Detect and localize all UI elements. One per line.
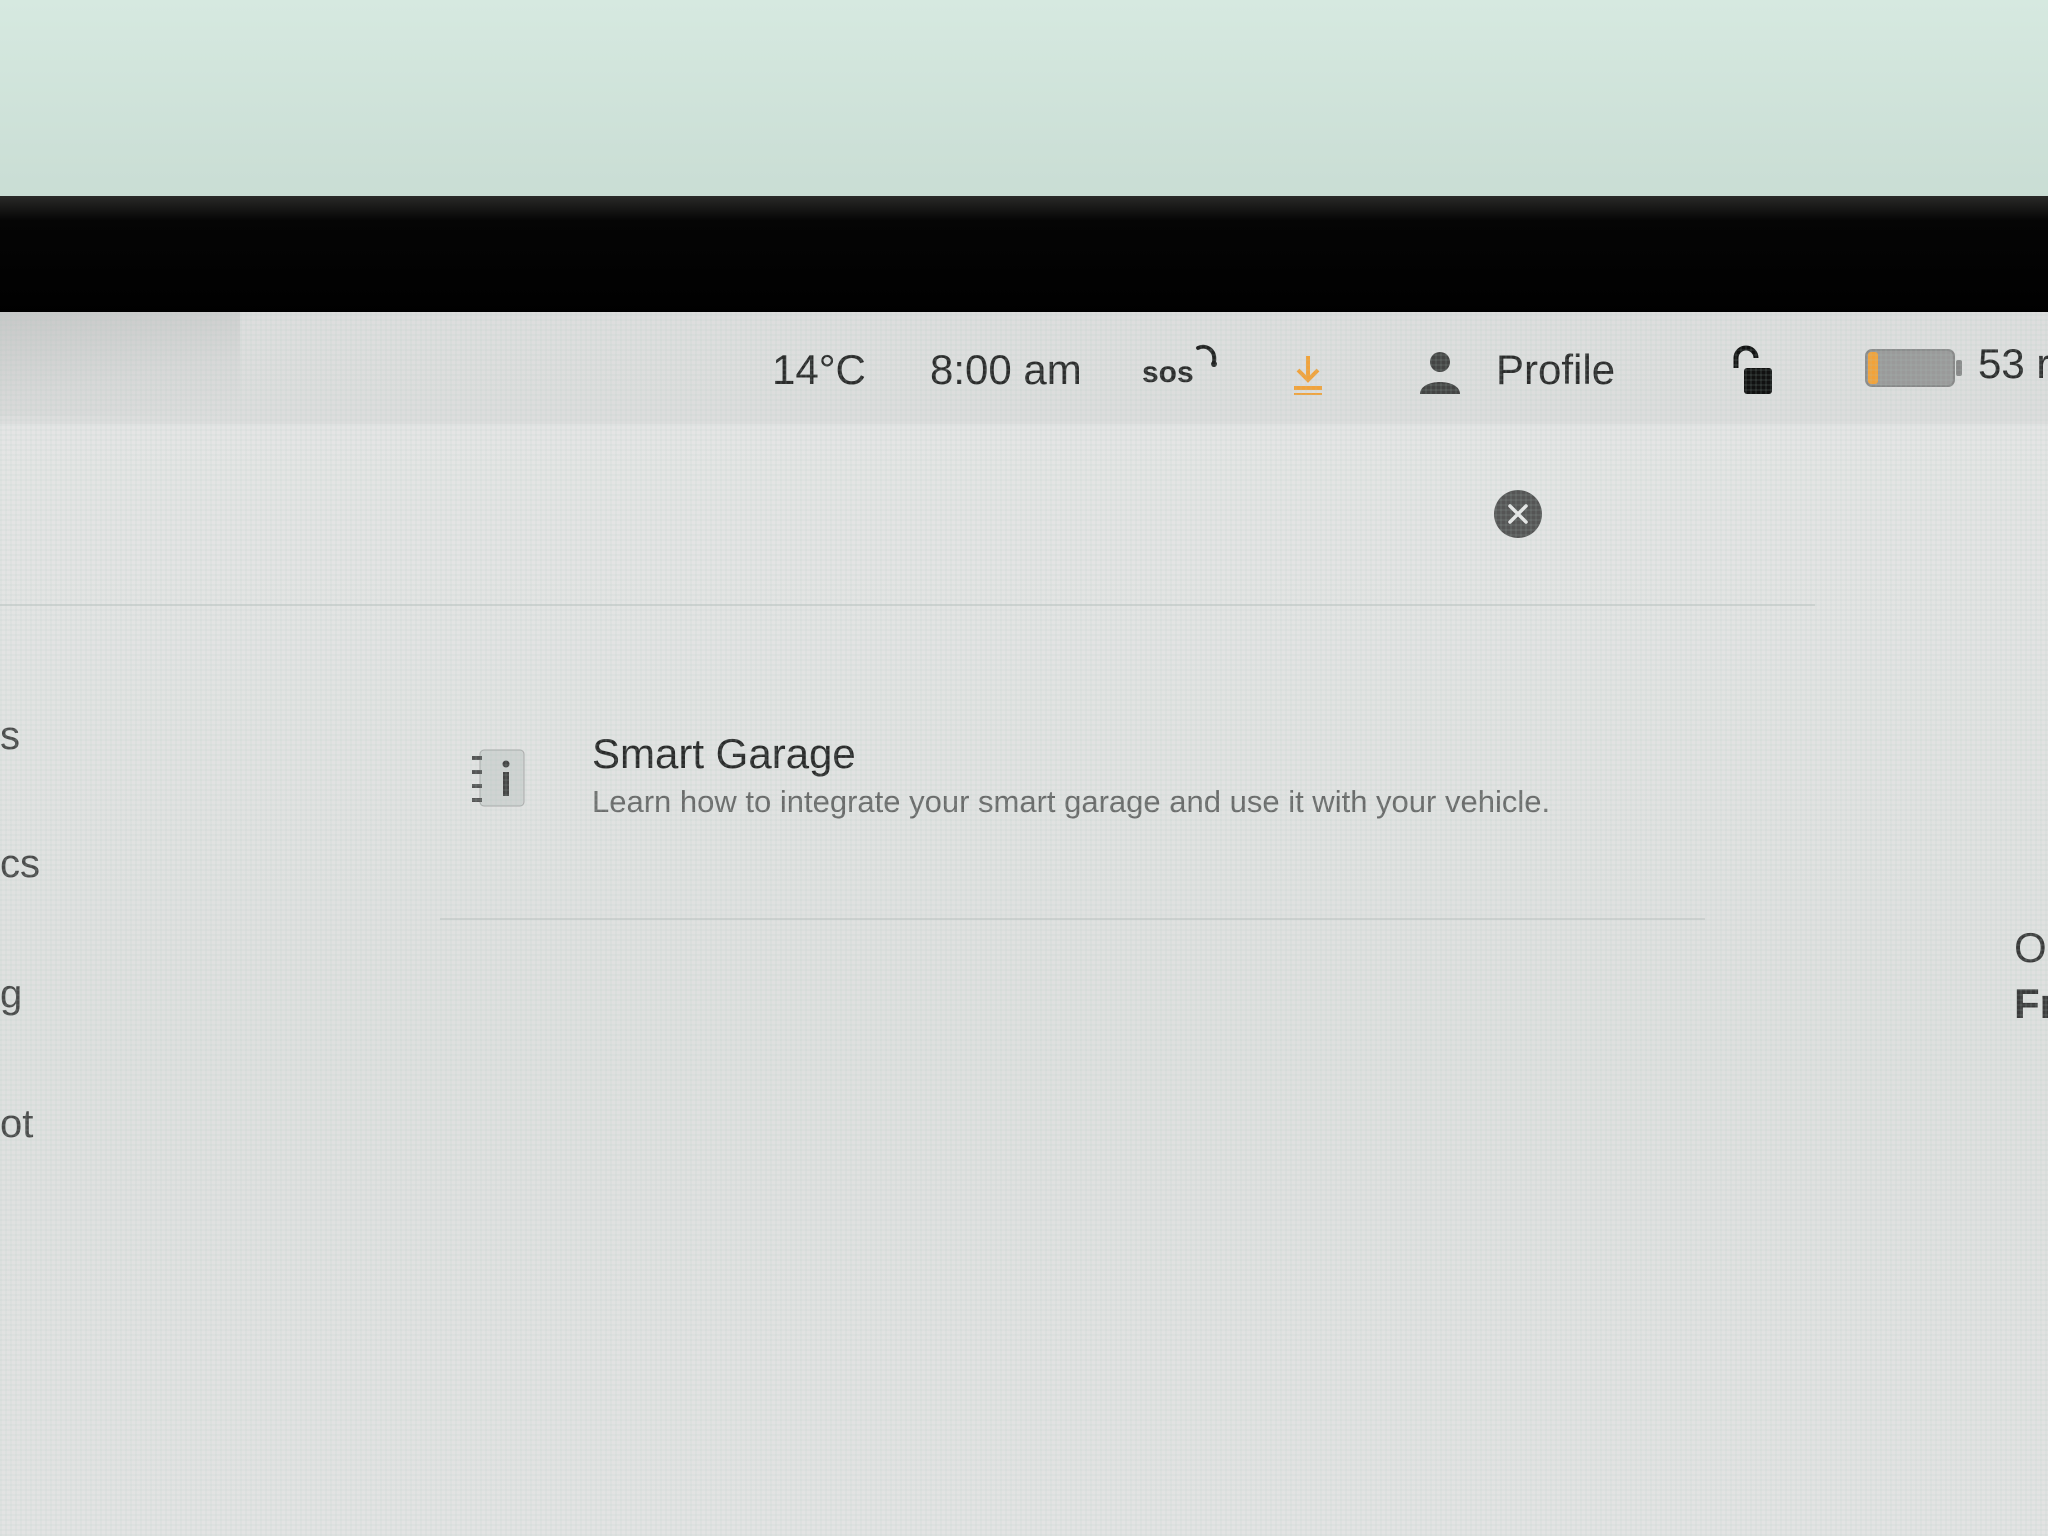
close-button[interactable]	[1494, 490, 1542, 538]
right-panel-label: Fr	[2014, 980, 2048, 1027]
software-update-icon[interactable]	[1288, 352, 1328, 396]
battery-icon	[1865, 349, 1962, 387]
close-icon	[1508, 504, 1528, 524]
row-divider	[440, 918, 1705, 920]
wall-background	[0, 0, 2048, 200]
info-document-icon	[472, 749, 525, 807]
map-thumbnail[interactable]	[0, 312, 240, 416]
sidebar-item[interactable]: s	[0, 714, 20, 759]
screen-bezel	[0, 196, 2048, 320]
temperature-readout: 14°C	[772, 346, 866, 393]
status-bar: 14°C 8:00 am sos Profile 53 r	[0, 312, 2048, 424]
clock: 8:00 am	[930, 346, 1082, 393]
sidebar-item[interactable]: g	[0, 972, 22, 1017]
touchscreen: 14°C 8:00 am sos Profile 53 r s cs g ot …	[0, 312, 2048, 1536]
sidebar-item[interactable]: cs	[0, 842, 40, 887]
sos-button[interactable]: sos	[1142, 356, 1194, 390]
right-panel-label: O	[2014, 924, 2047, 971]
phone-icon	[1196, 344, 1217, 367]
profile-button[interactable]: Profile	[1496, 346, 1615, 394]
unlock-icon[interactable]	[1730, 344, 1776, 396]
row-title: Smart Garage	[592, 730, 856, 777]
range-readout: 53 r	[1978, 340, 2048, 387]
header-divider	[0, 604, 1815, 606]
row-description: Learn how to integrate your smart garage…	[592, 784, 1551, 819]
sidebar-item[interactable]: ot	[0, 1102, 33, 1147]
profile-avatar-icon[interactable]	[1418, 348, 1462, 396]
